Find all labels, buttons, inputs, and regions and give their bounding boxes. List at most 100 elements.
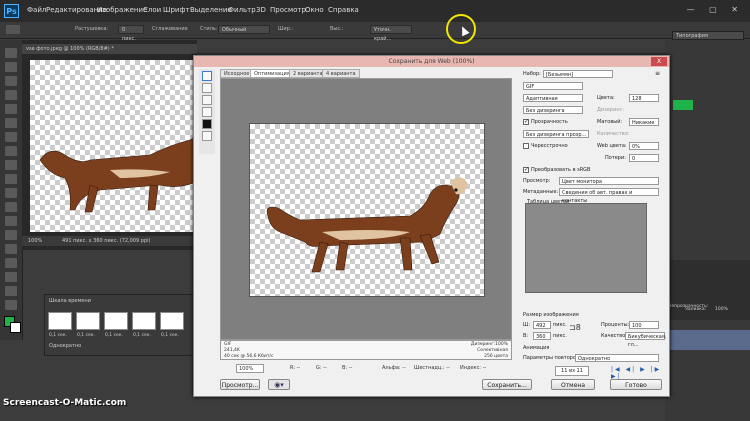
menu-3d[interactable]: 3D: [256, 6, 266, 14]
timeline-frame-1[interactable]: [48, 312, 72, 330]
tab-original[interactable]: Исходное: [220, 69, 254, 78]
height-input[interactable]: 360: [533, 332, 551, 340]
options-bar: Растушевка: 0 пикс. Сглаживание Стиль: О…: [0, 22, 750, 42]
background-color-swatch[interactable]: [10, 322, 21, 333]
menu-window[interactable]: Окно: [305, 6, 324, 14]
lossy-label: Потери:: [605, 155, 626, 161]
info-download-time[interactable]: 40 сек @ 56,6 Кбит/с: [224, 354, 273, 359]
preview-canvas[interactable]: [249, 123, 485, 297]
reduction-select[interactable]: Адаптивная: [523, 94, 583, 102]
transparency-dither-select[interactable]: Без дизеринга прозр...: [523, 130, 589, 138]
dither-select[interactable]: Без дизеринга: [523, 106, 583, 114]
menu-type[interactable]: Шрифт: [163, 6, 190, 14]
loop-options-select[interactable]: Однократно: [575, 354, 659, 362]
animation-playback-controls[interactable]: |◀ ◀| ▶ |▶ ▶|: [611, 366, 667, 380]
metadata-select[interactable]: Сведения об авт. правах и контакты: [559, 188, 659, 204]
timeline-frame-2[interactable]: [76, 312, 100, 330]
preset-select[interactable]: [Безымян]: [543, 70, 613, 78]
menu-filter[interactable]: Фильтр: [228, 6, 256, 14]
convert-srgb-checkbox[interactable]: [523, 166, 529, 173]
marquee-tool-preset-icon[interactable]: [6, 25, 20, 34]
timeline-loop-select[interactable]: Однократно: [49, 343, 81, 349]
document-canvas[interactable]: [30, 60, 201, 232]
frame-4-delay[interactable]: 0,1 сек.: [133, 333, 151, 338]
eraser-tool-icon[interactable]: [5, 188, 17, 198]
width-input[interactable]: 492: [533, 321, 551, 329]
zoom-icon[interactable]: [202, 95, 212, 105]
marquee-tool-icon[interactable]: [5, 62, 17, 72]
blur-tool-icon[interactable]: [5, 216, 17, 226]
frame-5-delay[interactable]: 0,1 сек.: [161, 333, 179, 338]
history-brush-tool-icon[interactable]: [5, 174, 17, 184]
color-table[interactable]: [525, 203, 647, 293]
format-select[interactable]: GIF: [523, 82, 583, 90]
timeline-frame-4[interactable]: [132, 312, 156, 330]
menu-help[interactable]: Справка: [328, 6, 359, 14]
preview-button[interactable]: Просмотр...: [220, 379, 260, 390]
eyedropper-icon[interactable]: [202, 107, 212, 117]
transparency-checkbox[interactable]: [523, 118, 529, 125]
style-select[interactable]: Обычный: [218, 25, 270, 34]
hand-tool-icon[interactable]: [5, 300, 17, 310]
tab-4up[interactable]: 4 варианта: [322, 69, 360, 78]
frame-3-delay[interactable]: 0,1 сек.: [105, 333, 123, 338]
websnap-label: Web цвета:: [597, 143, 627, 149]
frame-2-delay[interactable]: 0,1 сек.: [77, 333, 95, 338]
quick-select-tool-icon[interactable]: [5, 90, 17, 100]
colors-select[interactable]: 128: [629, 94, 659, 102]
refine-edge-button[interactable]: Уточн. край...: [370, 25, 412, 42]
pen-tool-icon[interactable]: [5, 244, 17, 254]
brush-tool-icon[interactable]: [5, 146, 17, 156]
menu-file[interactable]: Файл: [27, 6, 46, 14]
browser-select-icon[interactable]: ◉▾: [268, 379, 290, 390]
timeline-frame-3[interactable]: [104, 312, 128, 330]
preview-mode-select[interactable]: Цвет монитора: [559, 177, 659, 185]
eyedropper-color-swatch[interactable]: [202, 119, 212, 129]
menu-select[interactable]: Выделение: [190, 6, 232, 14]
lossy-select[interactable]: 0: [629, 154, 659, 162]
layer-row-selected[interactable]: [665, 330, 750, 350]
toggle-slices-icon[interactable]: [202, 131, 212, 141]
pixel-r: R: --: [290, 365, 301, 371]
dodge-tool-icon[interactable]: [5, 230, 17, 240]
stamp-tool-icon[interactable]: [5, 160, 17, 170]
smoothing-label[interactable]: Сглаживание: [152, 26, 188, 32]
zoom-level[interactable]: 100%: [28, 238, 42, 244]
tab-2up[interactable]: 2 варианта: [289, 69, 327, 78]
menu-layers[interactable]: Слои: [143, 6, 161, 14]
websnap-select[interactable]: 0%: [629, 142, 659, 150]
frame-1-delay[interactable]: 0,1 сек.: [49, 333, 67, 338]
gradient-tool-icon[interactable]: [5, 202, 17, 212]
interlaced-checkbox[interactable]: [523, 143, 529, 149]
workspace-select[interactable]: Типография: [672, 31, 744, 40]
dialog-close-button[interactable]: X: [651, 57, 667, 66]
window-controls[interactable]: — ▢ ✕: [687, 5, 744, 14]
shape-tool-icon[interactable]: [5, 286, 17, 296]
slice-select-icon[interactable]: [202, 83, 212, 93]
zoom-select[interactable]: 100%: [236, 364, 264, 373]
path-select-tool-icon[interactable]: [5, 272, 17, 282]
menu-image[interactable]: Изображение: [97, 6, 147, 14]
type-tool-icon[interactable]: [5, 258, 17, 268]
swatch-green[interactable]: [673, 100, 693, 110]
save-button[interactable]: Сохранить...: [482, 379, 532, 390]
healing-tool-icon[interactable]: [5, 132, 17, 142]
move-tool-icon[interactable]: [5, 48, 17, 58]
feather-input[interactable]: 0 пикс.: [118, 25, 144, 42]
lasso-tool-icon[interactable]: [5, 76, 17, 86]
cancel-button[interactable]: Отмена: [551, 379, 595, 390]
timeline-frame-5[interactable]: [160, 312, 184, 330]
menu-view[interactable]: Просмотр: [270, 6, 306, 14]
constrain-proportions-icon[interactable]: ⊐8: [569, 323, 581, 332]
fill-value[interactable]: 100%: [715, 307, 728, 312]
eyedropper-tool-icon[interactable]: [5, 118, 17, 128]
matte-select[interactable]: Никакие: [629, 118, 659, 126]
crop-tool-icon[interactable]: [5, 104, 17, 114]
done-button[interactable]: Готово: [610, 379, 662, 390]
quality-select[interactable]: Бикубическая, гл...: [625, 332, 666, 348]
settings-menu-icon[interactable]: ≡: [655, 70, 660, 77]
percent-input[interactable]: 100: [629, 321, 659, 329]
document-tab[interactable]: vse фото.jpeg @ 100% (RGB/8#) *: [22, 44, 197, 54]
hand-icon[interactable]: [202, 71, 212, 81]
tab-optimized[interactable]: Оптимизация: [250, 69, 294, 78]
